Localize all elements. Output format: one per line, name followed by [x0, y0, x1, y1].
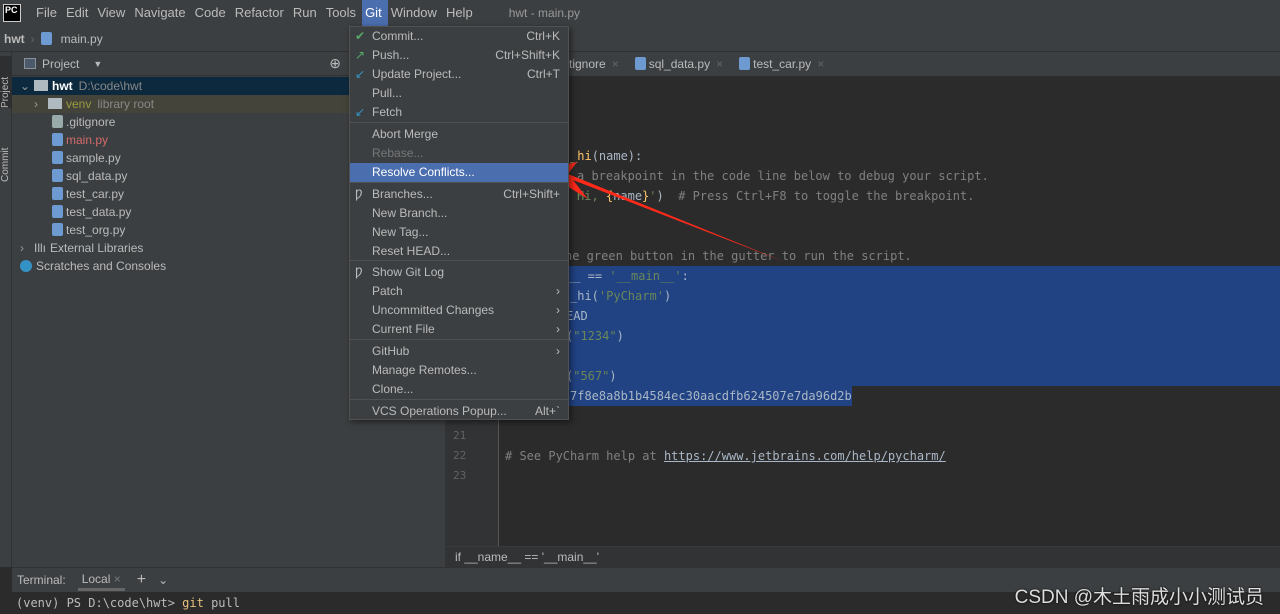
menu-item-uncommitted-changes[interactable]: Uncommitted Changes ›: [350, 301, 568, 320]
menu-item-label: Fetch: [372, 105, 403, 119]
menu-item-label: Patch: [372, 284, 403, 298]
menu-item-patch[interactable]: Patch ›: [350, 282, 568, 301]
fetch-icon: ↙: [355, 105, 366, 119]
menu-item-rebase: Rebase...: [350, 144, 568, 163]
menu-separator: [350, 339, 568, 340]
menu-separator: [350, 260, 568, 261]
menu-item-vcs-operations-popup[interactable]: VCS Operations Popup... Alt+`: [350, 402, 568, 421]
close-icon[interactable]: ×: [114, 572, 121, 586]
menu-item-show-git-log[interactable]: Ƿ Show Git Log: [350, 263, 568, 282]
menu-item-resolve-conflicts[interactable]: Resolve Conflicts...: [350, 163, 568, 182]
menu-item-label: Uncommitted Changes: [372, 303, 495, 317]
branch-icon: Ƿ: [355, 265, 363, 279]
menu-item-label: VCS Operations Popup...: [372, 404, 507, 418]
terminal-args: pull: [203, 596, 240, 610]
menu-item-label: Reset HEAD...: [372, 244, 451, 258]
submenu-arrow-icon: ›: [556, 284, 560, 298]
editor-breadcrumb[interactable]: if __name__ == '__main__': [445, 546, 1280, 567]
submenu-arrow-icon: ›: [556, 303, 560, 317]
menu-separator: [350, 182, 568, 183]
terminal-tab-local[interactable]: Local ×: [77, 569, 125, 591]
menu-separator: [350, 122, 568, 123]
menu-item-label: Manage Remotes...: [372, 363, 477, 377]
menu-item-label: Show Git Log: [372, 265, 445, 279]
push-arrow-icon: ↗: [355, 48, 366, 62]
terminal-tab-label: Local: [81, 572, 111, 586]
menu-shortcut: Alt+`: [534, 404, 560, 418]
menu-item-label: Branches...: [372, 187, 433, 201]
menu-item-label: Abort Merge: [372, 127, 439, 141]
menu-item-clone[interactable]: Clone...: [350, 380, 568, 399]
submenu-arrow-icon: ›: [556, 322, 560, 336]
git-menu: ✔ Commit... Ctrl+K ↗ Push... Ctrl+Shift+K ↙ Upd…: [349, 26, 569, 420]
menu-item-branches[interactable]: Ƿ Branches... Ctrl+Shift+: [350, 185, 568, 204]
menu-item-label: Rebase...: [372, 146, 424, 160]
menu-shortcut: Ctrl+Shift+: [503, 187, 560, 201]
update-arrow-icon: ↙: [355, 67, 366, 81]
menu-item-new-tag[interactable]: New Tag...: [350, 223, 568, 242]
menu-item-label: Commit...: [372, 29, 424, 43]
menu-item-label: New Branch...: [372, 206, 448, 220]
menu-shortcut: Ctrl+K: [526, 29, 560, 43]
menu-item-fetch[interactable]: ↙ Fetch: [350, 103, 568, 122]
menu-item-current-file[interactable]: Current File ›: [350, 320, 568, 339]
menu-item-pull[interactable]: Pull...: [350, 84, 568, 103]
new-terminal-icon[interactable]: +: [137, 571, 146, 589]
menu-shortcut: Ctrl+T: [527, 67, 560, 81]
menu-item-label: Clone...: [372, 382, 414, 396]
check-icon: ✔: [355, 29, 366, 43]
menu-item-label: Update Project...: [372, 67, 462, 81]
menu-item-label: GitHub: [372, 344, 410, 358]
menu-item-new-branch[interactable]: New Branch...: [350, 204, 568, 223]
menu-item-manage-remotes[interactable]: Manage Remotes...: [350, 361, 568, 380]
menu-item-label: Pull...: [372, 86, 403, 100]
menu-item-label: Current File: [372, 322, 435, 336]
chevron-down-icon[interactable]: ⌄: [158, 573, 168, 587]
menu-item-push[interactable]: ↗ Push... Ctrl+Shift+K: [350, 46, 568, 65]
terminal-prompt: (venv) PS D:\code\hwt>: [16, 596, 183, 610]
menu-item-label: New Tag...: [372, 225, 429, 239]
branch-icon: Ƿ: [355, 187, 363, 201]
menu-item-github[interactable]: GitHub ›: [350, 342, 568, 361]
menu-item-reset-head[interactable]: Reset HEAD...: [350, 242, 568, 261]
menu-shortcut: Ctrl+Shift+K: [495, 48, 560, 62]
annotation-arrow: [541, 162, 785, 262]
menu-item-commit[interactable]: ✔ Commit... Ctrl+K: [350, 27, 568, 46]
menu-item-label: Resolve Conflicts...: [372, 165, 475, 179]
terminal-command: git: [182, 596, 204, 610]
menu-item-update-project[interactable]: ↙ Update Project... Ctrl+T: [350, 65, 568, 84]
menu-item-abort-merge[interactable]: Abort Merge: [350, 125, 568, 144]
watermark: CSDN @木土雨成小小测试员: [1014, 587, 1264, 608]
menu-item-label: Push...: [372, 48, 410, 62]
menu-separator: [350, 399, 568, 400]
terminal-label: Terminal:: [17, 573, 66, 587]
submenu-arrow-icon: ›: [556, 344, 560, 358]
